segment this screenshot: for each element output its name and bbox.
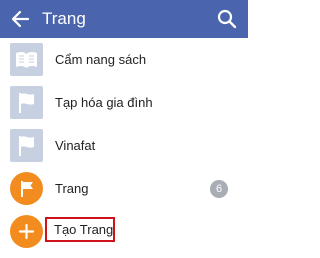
list-item-label: Tạp hóa gia đình	[55, 95, 153, 110]
list-item-trang[interactable]: Trang 6	[0, 167, 248, 210]
pages-list: Cẩm nang sách Tạp hóa gia đình Vinafat T…	[0, 38, 248, 253]
list-item-cam-nang-sach[interactable]: Cẩm nang sách	[0, 38, 248, 81]
count-badge: 6	[210, 180, 228, 198]
highlight-box: Tạo Trang	[45, 217, 115, 242]
list-item-label: Vinafat	[55, 138, 96, 153]
list-item-label: Cẩm nang sách	[55, 52, 147, 67]
search-icon[interactable]	[216, 8, 238, 30]
create-page-label[interactable]: Tạo Trang	[54, 222, 113, 238]
flag-icon	[10, 129, 43, 162]
app-bar: Trang	[0, 0, 248, 38]
flag-icon	[10, 172, 43, 205]
create-page-item[interactable]: Tạo Trang	[0, 210, 248, 253]
plus-icon	[10, 215, 43, 248]
page-title: Trang	[42, 9, 86, 28]
open-book-icon	[10, 43, 43, 76]
arrow-left-icon[interactable]	[9, 8, 31, 30]
list-item-tap-hoa-gia-dinh[interactable]: Tạp hóa gia đình	[0, 81, 248, 124]
flag-icon	[10, 86, 43, 119]
list-item-vinafat[interactable]: Vinafat	[0, 124, 248, 167]
list-item-label: Trang	[55, 181, 89, 196]
